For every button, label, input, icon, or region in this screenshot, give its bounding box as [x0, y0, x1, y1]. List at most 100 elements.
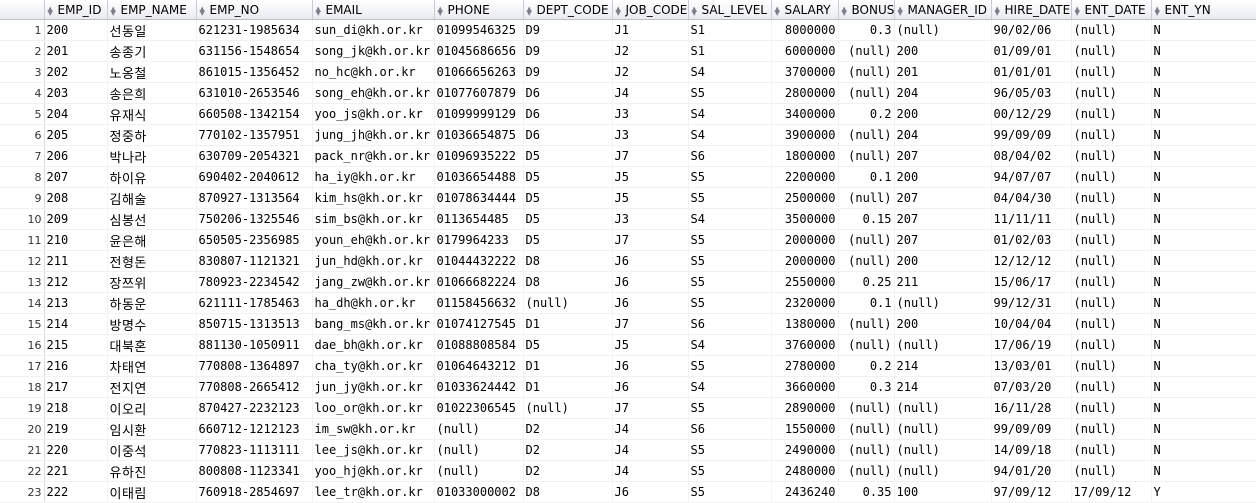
cell-phone[interactable]: 01044432222	[434, 250, 524, 272]
cell-sal-level[interactable]: S4	[688, 334, 772, 356]
cell-emp-name[interactable]: 윤은해	[107, 229, 197, 251]
cell-sal-level[interactable]: S4	[688, 376, 772, 398]
cell-job-code[interactable]: J6	[612, 355, 689, 377]
cell-salary[interactable]: 3760000	[771, 334, 839, 356]
cell-dept-code[interactable]: D5	[523, 145, 613, 167]
column-header-emp-id[interactable]: ▲ ▼ EMP_ID	[44, 0, 108, 20]
cell-salary[interactable]: 8000000	[771, 19, 839, 41]
cell-sal-level[interactable]: S1	[688, 19, 772, 41]
cell-sal-level[interactable]: S6	[688, 313, 772, 335]
cell-sal-level[interactable]: S5	[688, 166, 772, 188]
cell-job-code[interactable]: J4	[612, 439, 689, 461]
cell-phone[interactable]: 01078634444	[434, 187, 524, 209]
cell-bonus[interactable]: 0.3	[838, 376, 895, 398]
cell-job-code[interactable]: J5	[612, 334, 689, 356]
cell-emp-name[interactable]: 노옹철	[107, 61, 197, 83]
cell-ent-date[interactable]: (null)	[1071, 334, 1152, 356]
table-row[interactable]: 17 216 차태연 770808-1364897 cha_ty@kh.or.kr 010…	[0, 355, 1256, 377]
cell-manager-id[interactable]: 200	[894, 103, 992, 125]
cell-hire-date[interactable]: 17/06/19	[991, 334, 1072, 356]
cell-sal-level[interactable]: S5	[688, 292, 772, 314]
cell-bonus[interactable]: (null)	[838, 334, 895, 356]
cell-emp-name[interactable]: 심봉선	[107, 208, 197, 230]
cell-emp-no[interactable]: 881130-1050911	[196, 334, 313, 356]
cell-emp-name[interactable]: 유재식	[107, 103, 197, 125]
sort-icon[interactable]: ▲ ▼	[616, 5, 623, 16]
cell-emp-no[interactable]: 770102-1357951	[196, 124, 313, 146]
cell-salary[interactable]: 2200000	[771, 166, 839, 188]
cell-sal-level[interactable]: S5	[688, 229, 772, 251]
cell-ent-date[interactable]: (null)	[1071, 418, 1152, 440]
cell-email[interactable]: pack_nr@kh.or.kr	[312, 145, 435, 167]
cell-sal-level[interactable]: S5	[688, 481, 772, 503]
cell-emp-id[interactable]: 201	[44, 40, 108, 62]
cell-ent-date[interactable]: (null)	[1071, 397, 1152, 419]
cell-sal-level[interactable]: S5	[688, 271, 772, 293]
column-header-phone[interactable]: ▲ ▼ PHONE	[434, 0, 524, 20]
cell-dept-code[interactable]: D1	[523, 355, 613, 377]
cell-job-code[interactable]: J6	[612, 376, 689, 398]
cell-bonus[interactable]: (null)	[838, 145, 895, 167]
cell-bonus[interactable]: 0.25	[838, 271, 895, 293]
cell-manager-id[interactable]: (null)	[894, 397, 992, 419]
cell-sal-level[interactable]: S5	[688, 250, 772, 272]
cell-ent-date[interactable]: (null)	[1071, 229, 1152, 251]
cell-ent-date[interactable]: (null)	[1071, 82, 1152, 104]
cell-email[interactable]: song_jk@kh.or.kr	[312, 40, 435, 62]
table-row[interactable]: 6 205 정중하 770102-1357951 jung_jh@kh.or.kr 010…	[0, 124, 1256, 146]
table-row[interactable]: 8 207 하이유 690402-2040612 ha_iy@kh.or.kr 01036…	[0, 166, 1256, 188]
cell-sal-level[interactable]: S5	[688, 397, 772, 419]
result-grid[interactable]: ▲ ▼ EMP_ID ▲ ▼ EMP_NAME ▲ ▼ EMP_NO ▲ ▼ EMAIL ▲ ▼ PHONE…	[0, 0, 1256, 503]
cell-ent-yn[interactable]: N	[1151, 418, 1256, 440]
cell-job-code[interactable]: J2	[612, 40, 689, 62]
cell-phone[interactable]: 01036654488	[434, 166, 524, 188]
cell-sal-level[interactable]: S6	[688, 418, 772, 440]
cell-job-code[interactable]: J7	[612, 145, 689, 167]
cell-dept-code[interactable]: D5	[523, 334, 613, 356]
cell-bonus[interactable]: (null)	[838, 82, 895, 104]
cell-ent-date[interactable]: (null)	[1071, 61, 1152, 83]
cell-emp-name[interactable]: 방명수	[107, 313, 197, 335]
cell-job-code[interactable]: J1	[612, 19, 689, 41]
cell-email[interactable]: cha_ty@kh.or.kr	[312, 355, 435, 377]
cell-ent-yn[interactable]: N	[1151, 103, 1256, 125]
cell-salary[interactable]: 2500000	[771, 187, 839, 209]
cell-ent-yn[interactable]: N	[1151, 355, 1256, 377]
table-row[interactable]: 10 209 심봉선 750206-1325546 sim_bs@kh.or.kr 011…	[0, 208, 1256, 230]
column-header-emp-no[interactable]: ▲ ▼ EMP_NO	[196, 0, 313, 20]
cell-dept-code[interactable]: D6	[523, 82, 613, 104]
cell-emp-id[interactable]: 220	[44, 439, 108, 461]
cell-hire-date[interactable]: 94/01/20	[991, 460, 1072, 482]
cell-emp-id[interactable]: 214	[44, 313, 108, 335]
cell-emp-id[interactable]: 219	[44, 418, 108, 440]
cell-hire-date[interactable]: 01/09/01	[991, 40, 1072, 62]
cell-emp-no[interactable]: 630709-2054321	[196, 145, 313, 167]
cell-salary[interactable]: 2890000	[771, 397, 839, 419]
cell-job-code[interactable]: J5	[612, 187, 689, 209]
cell-emp-no[interactable]: 660508-1342154	[196, 103, 313, 125]
cell-phone[interactable]: 01064643212	[434, 355, 524, 377]
cell-dept-code[interactable]: (null)	[523, 292, 613, 314]
cell-dept-code[interactable]: D9	[523, 61, 613, 83]
cell-ent-date[interactable]: 17/09/12	[1071, 481, 1152, 503]
cell-salary[interactable]: 6000000	[771, 40, 839, 62]
cell-job-code[interactable]: J4	[612, 418, 689, 440]
cell-ent-date[interactable]: (null)	[1071, 166, 1152, 188]
cell-ent-yn[interactable]: N	[1151, 271, 1256, 293]
cell-salary[interactable]: 2490000	[771, 439, 839, 461]
cell-emp-id[interactable]: 202	[44, 61, 108, 83]
cell-phone[interactable]: 0113654485	[434, 208, 524, 230]
cell-salary[interactable]: 3400000	[771, 103, 839, 125]
cell-manager-id[interactable]: 204	[894, 82, 992, 104]
cell-email[interactable]: im_sw@kh.or.kr	[312, 418, 435, 440]
cell-email[interactable]: sun_di@kh.or.kr	[312, 19, 435, 41]
cell-emp-no[interactable]: 770808-1364897	[196, 355, 313, 377]
cell-phone[interactable]: 01077607879	[434, 82, 524, 104]
cell-emp-name[interactable]: 하이유	[107, 166, 197, 188]
cell-emp-no[interactable]: 861015-1356452	[196, 61, 313, 83]
cell-job-code[interactable]: J2	[612, 61, 689, 83]
cell-sal-level[interactable]: S5	[688, 82, 772, 104]
cell-emp-no[interactable]: 780923-2234542	[196, 271, 313, 293]
cell-sal-level[interactable]: S4	[688, 208, 772, 230]
column-header-ent-date[interactable]: ▲ ▼ ENT_DATE	[1071, 0, 1152, 20]
